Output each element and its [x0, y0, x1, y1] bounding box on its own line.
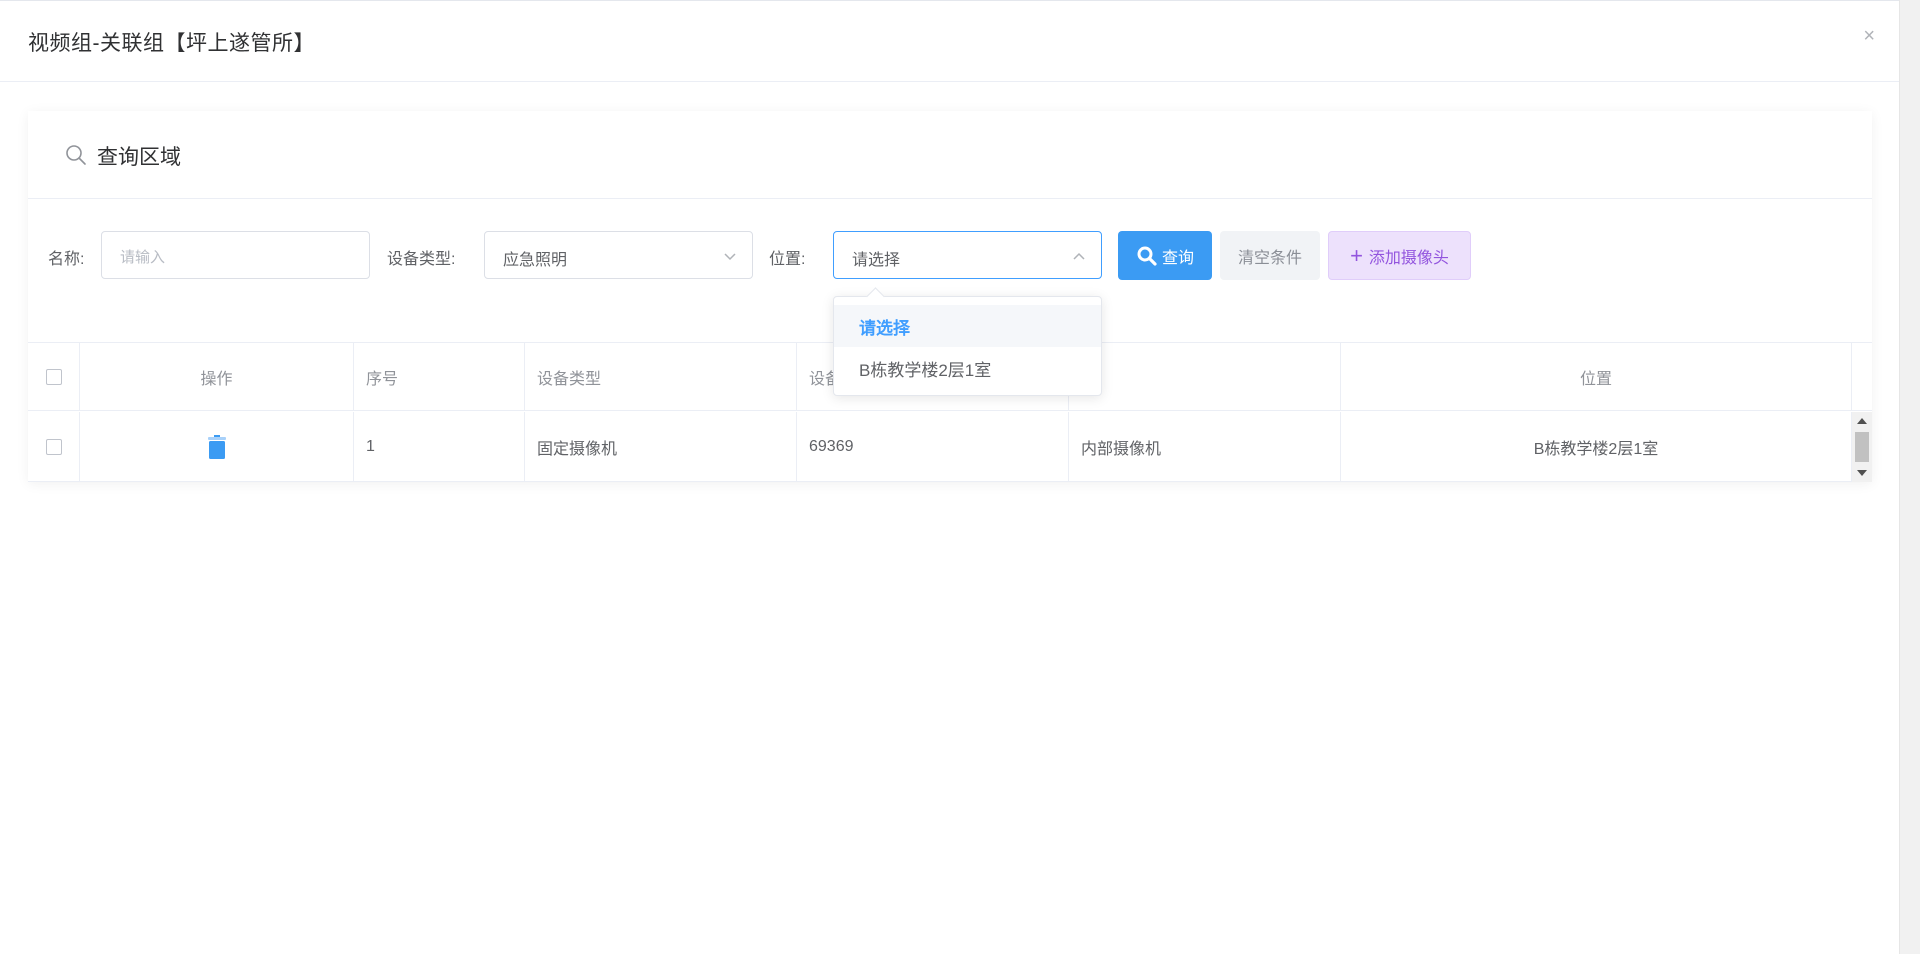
- trash-icon[interactable]: [207, 434, 227, 460]
- column-header-location: 位置: [1341, 343, 1852, 410]
- table-scrollbar[interactable]: [1852, 412, 1872, 482]
- chevron-up-icon: [1073, 252, 1085, 260]
- dialog: 视频组-关联组【坪上遂管所】 × 查询区域 名称: 请输入 设备类型: 应急照明…: [0, 0, 1899, 954]
- row-index: 1: [354, 412, 525, 482]
- search-icon: [1137, 246, 1157, 266]
- column-header-action: 操作: [80, 343, 354, 410]
- row-action-cell: [80, 412, 354, 482]
- add-camera-button[interactable]: + 添加摄像头: [1328, 231, 1471, 280]
- scroll-down-arrow-icon[interactable]: [1857, 470, 1867, 476]
- page-scrollbar[interactable]: [1899, 0, 1920, 954]
- device-type-label: 设备类型:: [387, 251, 456, 268]
- location-select[interactable]: 请选择: [833, 231, 1102, 279]
- name-input[interactable]: 请输入: [101, 231, 370, 279]
- column-header-device-type: 设备类型: [525, 343, 797, 410]
- column-header-name: 称: [1069, 343, 1341, 410]
- column-header-index: 序号: [354, 343, 525, 410]
- name-input-placeholder: 请输入: [120, 249, 166, 266]
- row-location: B栋教学楼2层1室: [1341, 412, 1852, 482]
- row-device-type: 固定摄像机: [525, 412, 797, 482]
- dialog-title: 视频组-关联组【坪上遂管所】: [28, 32, 315, 55]
- add-camera-button-label: 添加摄像头: [1368, 249, 1449, 267]
- row-checkbox[interactable]: [45, 439, 62, 455]
- scroll-up-arrow-icon[interactable]: [1857, 418, 1867, 424]
- clear-button[interactable]: 清空条件: [1220, 231, 1320, 280]
- location-label: 位置:: [769, 251, 806, 268]
- location-dropdown: 请选择 B栋教学楼2层1室: [833, 296, 1102, 396]
- location-option-please-select[interactable]: 请选择: [834, 305, 1101, 347]
- scroll-thumb[interactable]: [1855, 432, 1869, 462]
- plus-icon: +: [1350, 242, 1363, 268]
- query-button[interactable]: 查询: [1118, 231, 1212, 280]
- location-value: 请选择: [852, 252, 901, 269]
- search-card-header: 查询区域: [28, 111, 1872, 199]
- header-checkbox-cell: [28, 343, 80, 410]
- row-name: 内部摄像机: [1069, 412, 1341, 482]
- search-card-title: 查询区域: [97, 146, 181, 169]
- select-all-checkbox[interactable]: [45, 368, 62, 385]
- row-device-code: 69369: [797, 412, 1069, 482]
- close-button[interactable]: ×: [1863, 26, 1875, 46]
- query-button-label: 查询: [1161, 249, 1194, 267]
- chevron-down-icon: [724, 253, 736, 261]
- device-type-value: 应急照明: [503, 252, 568, 269]
- table-row: 1 固定摄像机 69369 内部摄像机 B栋教学楼2层1室: [28, 412, 1872, 482]
- row-checkbox-cell: [28, 412, 80, 482]
- dialog-header: 视频组-关联组【坪上遂管所】 ×: [0, 1, 1899, 82]
- location-option-b-building[interactable]: B栋教学楼2层1室: [834, 347, 1101, 389]
- device-type-select[interactable]: 应急照明: [484, 231, 753, 279]
- search-icon: [66, 145, 86, 165]
- name-label: 名称:: [48, 251, 85, 268]
